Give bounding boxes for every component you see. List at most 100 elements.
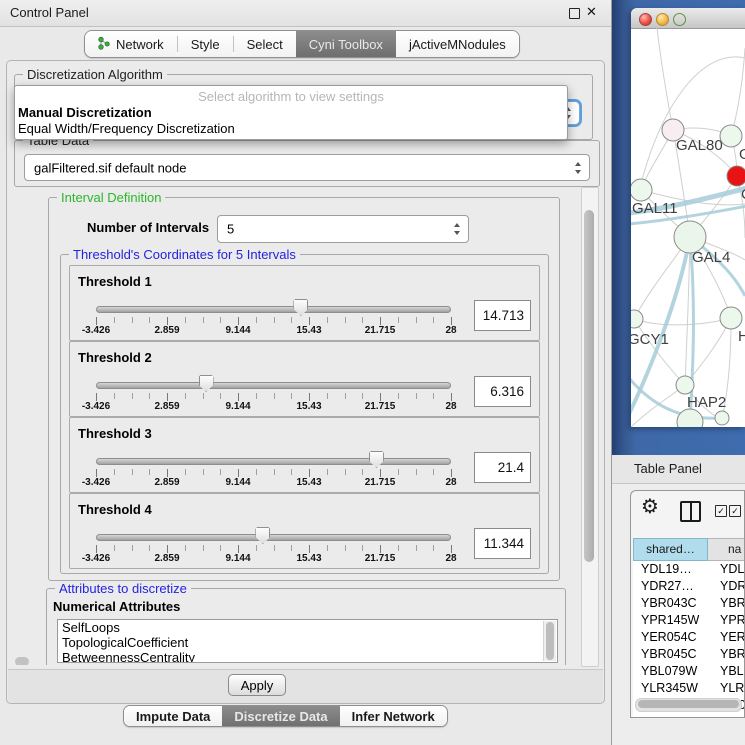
- node-table-rows: YDL19…YDL1YDR27…YDR2YBR043C YBR0YPR145WYP…: [633, 561, 745, 714]
- vertical-scrollbar[interactable]: [581, 187, 599, 667]
- slider-tick: [362, 393, 363, 399]
- slider-tick-label: 21.715: [365, 477, 396, 488]
- table-data-selected-value: galFiltered.sif default node: [34, 160, 186, 175]
- algorithm-dropdown-popup: Select algorithm to view settings Manual…: [14, 85, 568, 140]
- dropdown-placeholder-item[interactable]: Select algorithm to view settings: [15, 88, 567, 105]
- threshold-slider-track[interactable]: [96, 458, 451, 465]
- table-row[interactable]: YLR345WYLR3: [633, 680, 745, 697]
- tab-select[interactable]: Select: [234, 31, 296, 57]
- network-node-c[interactable]: [727, 166, 745, 186]
- column-header-shared-name[interactable]: shared…: [633, 538, 708, 561]
- threshold-slider-thumb[interactable]: [255, 527, 270, 544]
- network-node[interactable]: [677, 409, 703, 427]
- table-row[interactable]: YER054CYER0: [633, 629, 745, 646]
- close-traffic-light-icon[interactable]: [639, 13, 652, 26]
- slider-tick: [345, 545, 346, 551]
- table-row[interactable]: YBR045CYBR0: [633, 646, 745, 663]
- slider-tick: [398, 393, 399, 399]
- tab-infer-network[interactable]: Infer Network: [340, 706, 447, 726]
- attributes-group: Attributes to discretize Numerical Attri…: [46, 588, 566, 665]
- dropdown-option-manual-discretization[interactable]: Manual Discretization: [15, 105, 567, 121]
- threshold-slider-track[interactable]: [96, 534, 451, 541]
- split-columns-icon[interactable]: [680, 501, 701, 522]
- tab-impute-data[interactable]: Impute Data: [124, 706, 222, 726]
- attribute-item-betweennesscentrality[interactable]: BetweennessCentrality: [58, 650, 557, 663]
- tab-discretize-data[interactable]: Discretize Data: [222, 706, 339, 726]
- tab-jactivemnodules[interactable]: jActiveMNodules: [396, 31, 519, 57]
- network-edge[interactable]: [731, 48, 745, 136]
- cell-shared-name: YDR27…: [641, 578, 694, 595]
- slider-tick: [291, 317, 292, 323]
- attribute-item-selfloops[interactable]: SelfLoops: [58, 620, 557, 635]
- slider-tick: [149, 469, 150, 475]
- combo-stepper-icon: [454, 223, 461, 235]
- slider-tick: [149, 545, 150, 551]
- column-header-name[interactable]: na: [708, 538, 745, 561]
- tab-cyni-toolbox[interactable]: Cyni Toolbox: [296, 31, 396, 57]
- apply-button[interactable]: Apply: [228, 674, 286, 696]
- slider-tick: [398, 545, 399, 551]
- tab-network[interactable]: Network: [85, 31, 177, 57]
- network-edge[interactable]: [634, 319, 685, 385]
- table-row[interactable]: YDR27…YDR2: [633, 578, 745, 595]
- threshold-slider-track[interactable]: [96, 382, 451, 389]
- gear-icon[interactable]: ⚙: [641, 497, 659, 517]
- dropdown-option-equal-width-frequency[interactable]: Equal Width/Frequency Discretization: [15, 121, 567, 137]
- close-icon[interactable]: ✕: [586, 4, 597, 20]
- horizontal-scrollbar-thumb[interactable]: [15, 657, 29, 665]
- slider-tick-label: 15.43: [296, 401, 321, 412]
- cell-shared-name: YBR045C: [641, 646, 697, 663]
- slider-tick: [345, 393, 346, 399]
- slider-tick: [433, 545, 434, 551]
- table-row[interactable]: YDL19…YDL1: [633, 561, 745, 578]
- threshold-label: Threshold 2: [78, 350, 152, 365]
- network-window-titlebar: [631, 8, 745, 29]
- table-row[interactable]: YPR145WYPR1: [633, 612, 745, 629]
- network-node-h[interactable]: [720, 307, 742, 329]
- slider-tick-label: -3.426: [82, 477, 110, 488]
- threshold-value-field[interactable]: 11.344: [474, 528, 531, 559]
- network-view-window[interactable]: GAL80GCGAL11GAL4GCY1HHAP2: [631, 8, 745, 427]
- float-window-icon[interactable]: [569, 8, 580, 19]
- checkbox-icon[interactable]: ✓: [729, 505, 741, 517]
- network-node-hap2[interactable]: [676, 376, 694, 394]
- threshold-value-field[interactable]: 6.316: [474, 376, 531, 407]
- cell-name: YBR0: [720, 595, 745, 612]
- network-edge[interactable]: [657, 28, 673, 130]
- threshold-slider-thumb[interactable]: [369, 451, 384, 468]
- network-node-gal11[interactable]: [631, 179, 652, 201]
- slider-tick: [149, 393, 150, 399]
- network-node[interactable]: [715, 411, 729, 425]
- network-node-g[interactable]: [720, 125, 742, 147]
- minimize-traffic-light-icon[interactable]: [656, 13, 669, 26]
- threshold-slider-track[interactable]: [96, 306, 451, 313]
- vertical-scrollbar-thumb[interactable]: [584, 210, 594, 562]
- cyni-toolbox-panel: Discretization Algorithm Select algorith…: [6, 60, 605, 704]
- table-row[interactable]: YBL079WYBL0: [633, 663, 745, 680]
- number-of-intervals-combobox[interactable]: 5: [217, 215, 469, 243]
- network-edge[interactable]: [634, 318, 731, 325]
- network-edge[interactable]: [642, 57, 745, 180]
- threshold-value-field[interactable]: 14.713: [474, 300, 531, 331]
- apply-strip: Apply: [8, 669, 603, 703]
- table-row[interactable]: YBR043C YBR0: [633, 595, 745, 612]
- slider-tick: [327, 317, 328, 323]
- cell-shared-name: YBR043C: [641, 595, 697, 612]
- table-data-combobox[interactable]: galFiltered.sif default node: [24, 154, 590, 181]
- network-canvas[interactable]: GAL80GCGAL11GAL4GCY1HHAP2: [631, 28, 745, 427]
- attributes-list-scrollbar[interactable]: [543, 621, 556, 661]
- table-horizontal-scrollbar[interactable]: [635, 698, 742, 712]
- zoom-traffic-light-icon[interactable]: [673, 13, 686, 26]
- threshold-value-field[interactable]: 21.4: [474, 452, 531, 483]
- thresholds-group-label: Threshold's Coordinates for 5 Intervals: [69, 247, 300, 262]
- attribute-item-topologicalcoefficient[interactable]: TopologicalCoefficient: [58, 635, 557, 650]
- cell-shared-name: YDL19…: [641, 561, 692, 578]
- threshold-slider-thumb[interactable]: [199, 375, 214, 392]
- slider-tick: [433, 393, 434, 399]
- network-node-gcy1[interactable]: [631, 310, 643, 328]
- threshold-slider-thumb[interactable]: [293, 299, 308, 316]
- number-of-intervals-value: 5: [227, 222, 234, 237]
- slider-tick-label: 28: [445, 553, 456, 564]
- tab-style[interactable]: Style: [178, 31, 233, 57]
- checkbox-icon[interactable]: ✓: [715, 505, 727, 517]
